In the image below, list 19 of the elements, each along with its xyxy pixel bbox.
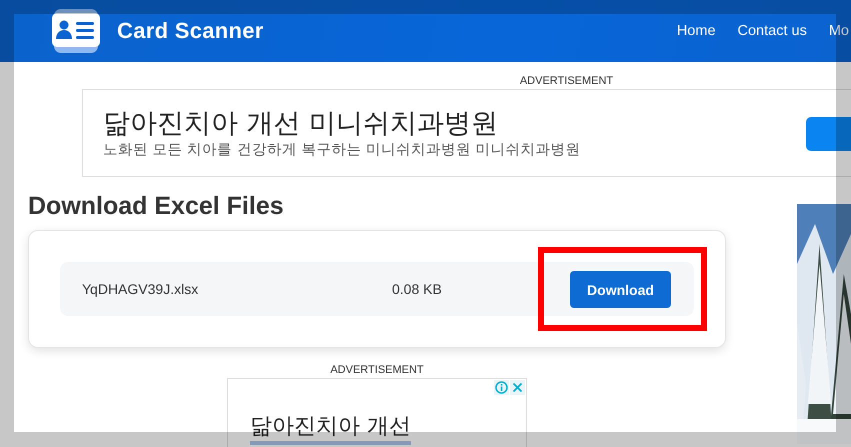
ad-button[interactable] <box>806 117 851 151</box>
nav-link[interactable]: Home <box>676 23 716 39</box>
site-title: Card Scanner <box>117 18 264 44</box>
ad-subtitle: 노화된 모든 치아를 건강하게 복구하는 미니쉬치과병원 미니쉬치과병원 <box>103 141 581 160</box>
ad-label: ADVERTISEMENT <box>330 364 424 376</box>
nav-link[interactable]: Mo <box>828 23 849 39</box>
close-icon[interactable] <box>510 380 525 395</box>
file-size: 0.08 KB <box>392 281 443 297</box>
info-icon[interactable] <box>494 380 509 395</box>
file-name: YqDHAGV39J.xlsx <box>82 281 200 297</box>
id-card-icon <box>50 7 102 55</box>
ad-title: 닮아진치아 개선 <box>250 413 411 445</box>
ad-banner[interactable]: 닮아진치아 개선 <box>227 378 527 447</box>
ad-label: ADVERTISEMENT <box>520 74 614 89</box>
nav-link[interactable]: Contact us <box>738 23 807 39</box>
page-heading: Download Excel Files <box>28 191 285 221</box>
ad-title: 닮아진치아 개선 미니쉬치과병원 <box>103 108 498 140</box>
download-button[interactable]: Download <box>570 271 671 308</box>
ad-banner[interactable]: 닮아진치아 개선 미니쉬치과병원 노화된 모든 치아를 건강하게 복구하는 미니쉬치과병원 미니쉬치과병원 <box>82 89 851 177</box>
